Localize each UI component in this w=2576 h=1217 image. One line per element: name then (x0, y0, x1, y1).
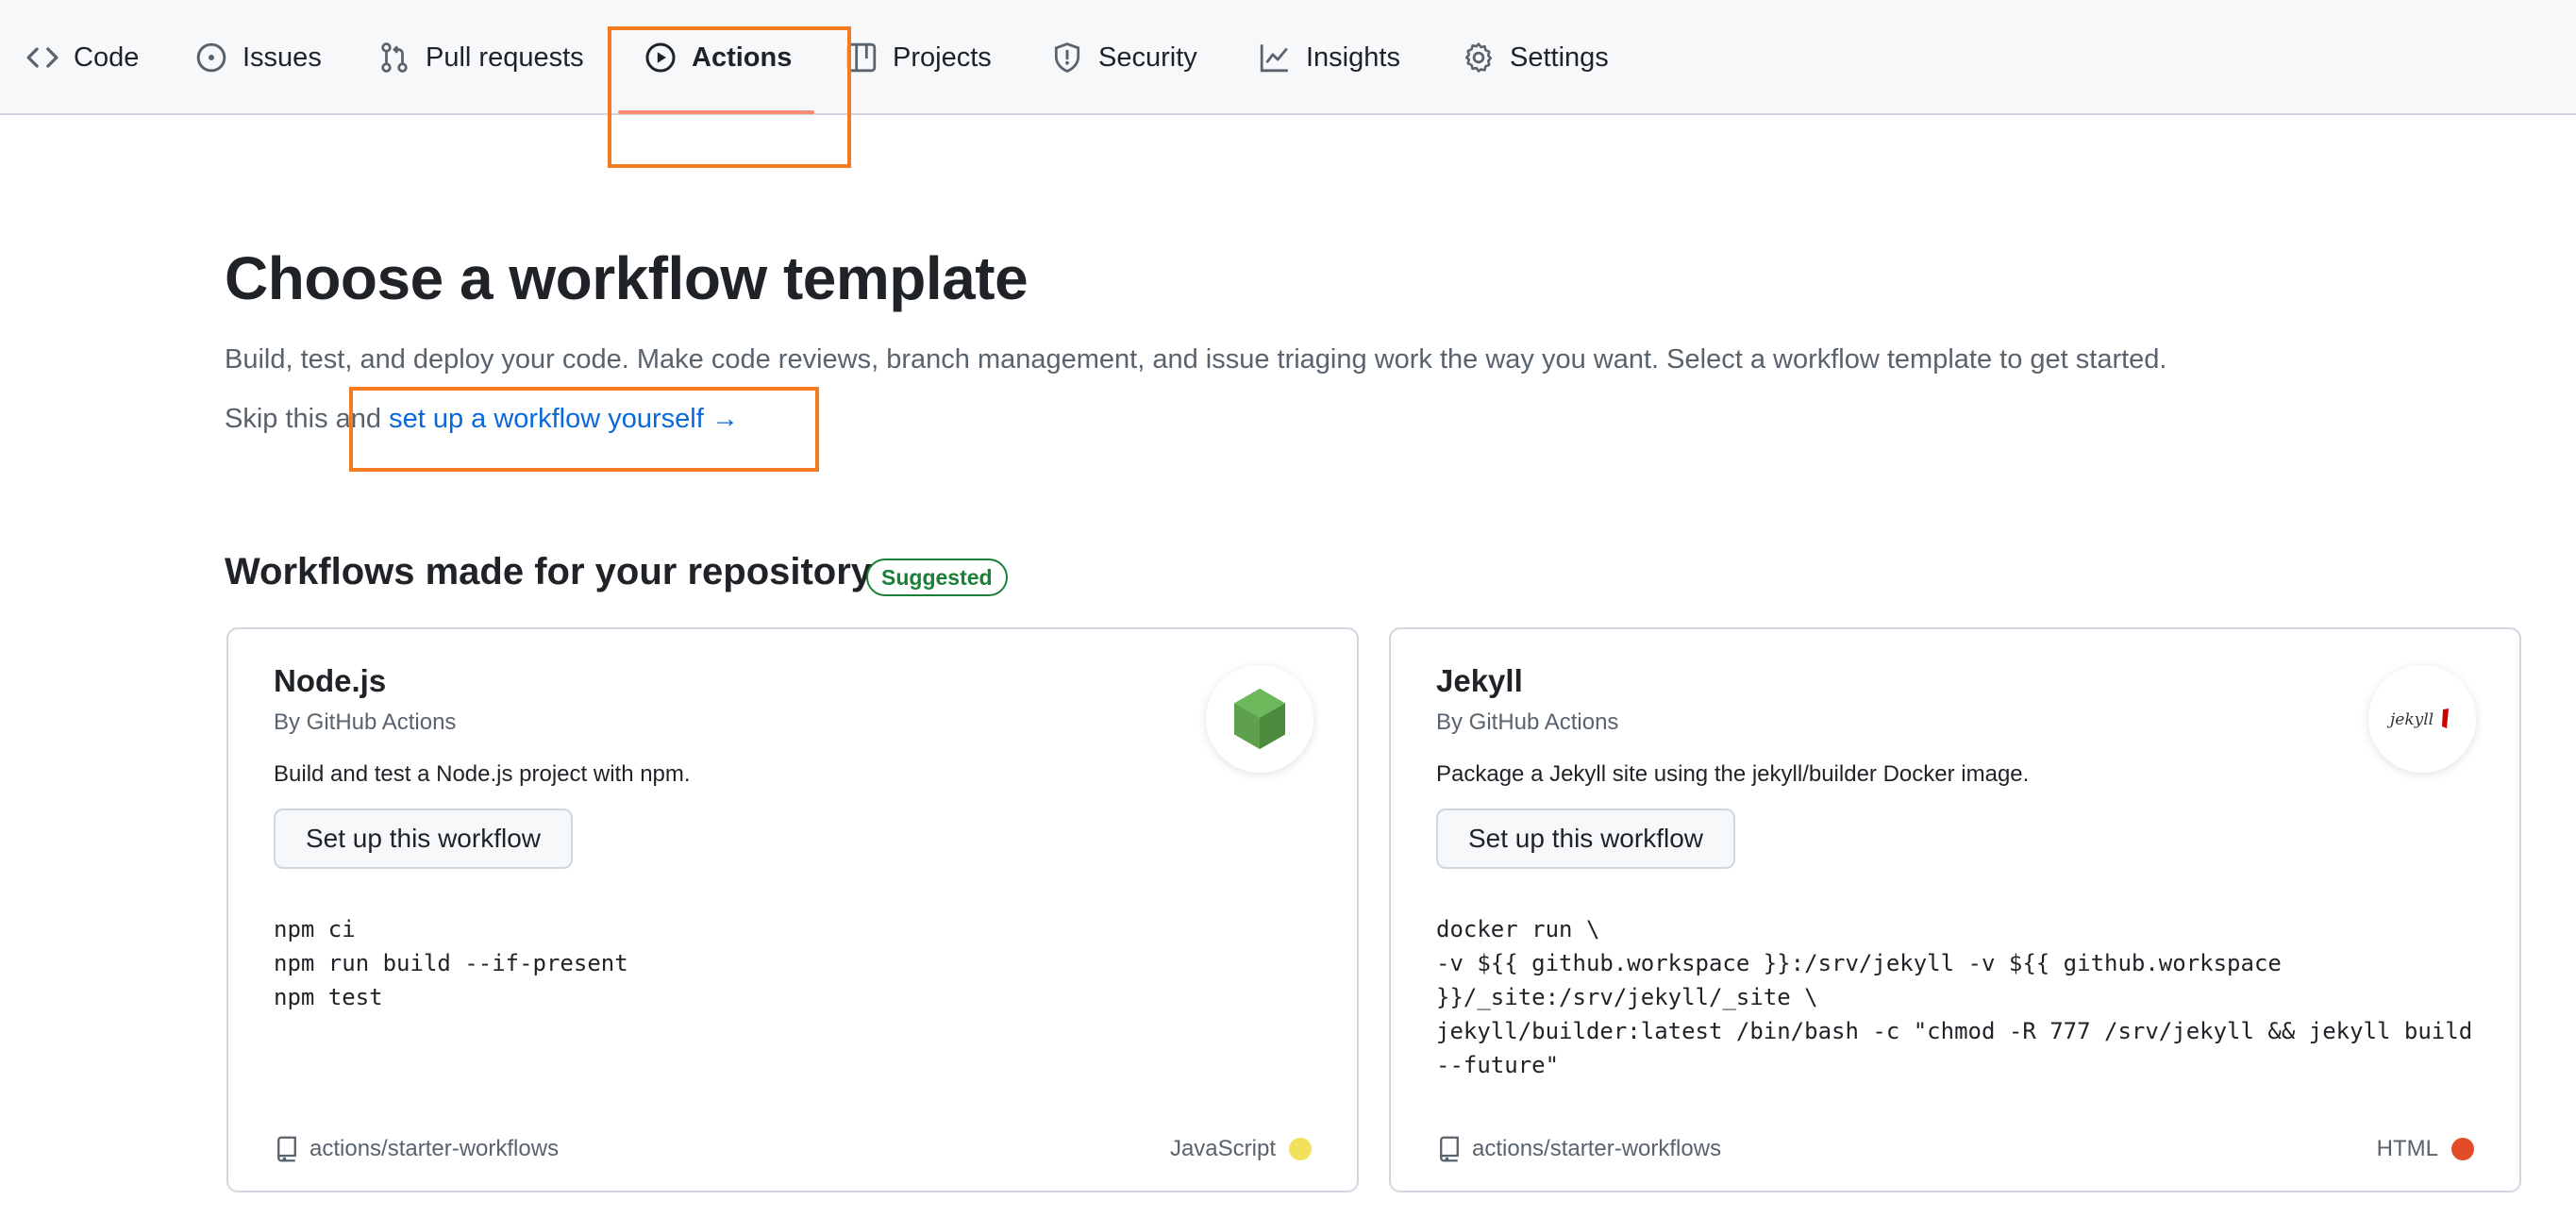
page-description: Build, test, and deploy your code. Make … (225, 344, 2167, 375)
card-repo[interactable]: actions/starter-workflows (274, 1136, 559, 1162)
gear-icon (1464, 42, 1493, 73)
card-repo-label: actions/starter-workflows (1472, 1136, 1722, 1161)
setup-link-label: set up a workflow yourself (389, 404, 704, 434)
tab-issues[interactable]: Issues (195, 0, 322, 115)
tab-settings-label: Settings (1510, 42, 1609, 73)
workflow-code-snippet: docker run \ -v ${{ github.workspace }}:… (1436, 916, 2473, 1078)
tab-issues-label: Issues (243, 42, 322, 73)
jekyll-wordmark-icon: jekyll (2386, 709, 2449, 729)
tab-security-label: Security (1098, 42, 1197, 73)
tab-insights[interactable]: Insights (1259, 0, 1400, 115)
setup-workflow-button[interactable]: Set up this workflow (1436, 809, 1735, 869)
tab-pull-requests[interactable]: Pull requests (378, 0, 584, 115)
card-repo-label: actions/starter-workflows (309, 1136, 560, 1161)
tab-security[interactable]: Security (1051, 0, 1197, 115)
jekyll-logo: jekyll (2368, 665, 2476, 773)
card-language-label: JavaScript (1169, 1136, 1276, 1161)
repo-icon (277, 1136, 296, 1162)
tab-settings[interactable]: Settings (1463, 0, 1609, 115)
graph-icon (1260, 44, 1288, 73)
nodejs-hexagon-icon (1234, 689, 1285, 749)
tab-projects[interactable]: Projects (845, 0, 992, 115)
table-icon (846, 42, 877, 73)
workflow-card-jekyll: Jekyll By GitHub Actions Package a Jekyl… (1389, 627, 2521, 1192)
tab-actions-label: Actions (692, 42, 793, 73)
card-repo[interactable]: actions/starter-workflows (1436, 1136, 1721, 1162)
section-title: Workflows made for your repository (225, 551, 873, 592)
nodejs-logo (1206, 665, 1313, 773)
card-language: JavaScript (1170, 1136, 1312, 1162)
card-author: By GitHub Actions (1436, 709, 1619, 735)
play-icon (645, 42, 676, 73)
card-author: By GitHub Actions (274, 709, 457, 735)
card-description: Build and test a Node.js project with np… (274, 761, 691, 787)
active-tab-indicator (618, 110, 814, 114)
setup-workflow-yourself-link[interactable]: set up a workflow yourself → (389, 404, 739, 434)
skip-prefix: Skip this and (225, 404, 390, 434)
tab-actions[interactable]: Actions (644, 0, 792, 115)
tab-code[interactable]: Code (26, 0, 139, 115)
workflow-code-snippet: npm ci npm run build --if-present npm te… (274, 916, 628, 1010)
language-color-dot (2451, 1138, 2474, 1160)
issue-opened-icon (196, 42, 226, 73)
suggested-badge: Suggested (866, 558, 1008, 596)
card-title: Node.js (274, 663, 387, 698)
repo-nav: Code Issues Pull requests Actions Projec… (0, 0, 2576, 115)
card-description: Package a Jekyll site using the jekyll/b… (1436, 761, 2030, 787)
repo-icon (1440, 1136, 1459, 1162)
card-title: Jekyll (1436, 663, 1523, 698)
card-language: HTML (2377, 1136, 2474, 1162)
tab-code-label: Code (74, 42, 140, 73)
git-pull-request-icon (381, 42, 408, 73)
page-title: Choose a workflow template (225, 244, 1029, 312)
setup-workflow-button[interactable]: Set up this workflow (274, 809, 573, 869)
tab-pull-requests-label: Pull requests (426, 42, 584, 73)
tab-insights-label: Insights (1306, 42, 1400, 73)
skip-line: Skip this and set up a workflow yourself… (225, 404, 739, 435)
tab-projects-label: Projects (893, 42, 992, 73)
card-language-label: HTML (2376, 1136, 2438, 1161)
code-icon (26, 47, 59, 68)
workflow-card-nodejs: Node.js By GitHub Actions Build and test… (226, 627, 1359, 1192)
svg-text:jekyll: jekyll (2386, 710, 2434, 729)
shield-icon (1054, 42, 1080, 73)
arrow-right-icon: → (711, 404, 739, 434)
language-color-dot (1289, 1138, 1312, 1160)
